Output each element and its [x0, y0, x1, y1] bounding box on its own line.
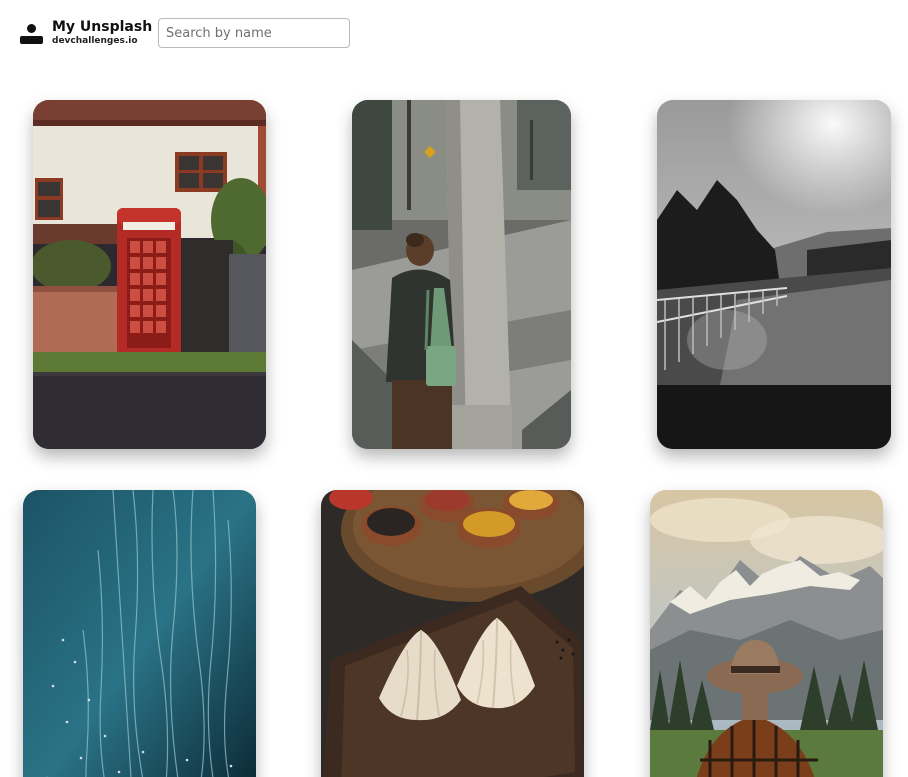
- photo-card[interactable]: [23, 490, 256, 777]
- search-input[interactable]: [158, 18, 350, 48]
- app-page: My Unsplash devchallenges.io: [0, 0, 908, 777]
- photo-card[interactable]: [650, 490, 883, 777]
- app-header: My Unsplash devchallenges.io: [0, 0, 908, 70]
- photo-card[interactable]: [33, 100, 266, 449]
- user-icon[interactable]: [20, 24, 43, 44]
- app-subtitle: devchallenges.io: [52, 36, 138, 46]
- photo-card[interactable]: [352, 100, 571, 449]
- photo-card[interactable]: [657, 100, 891, 449]
- photo-image: [657, 100, 891, 449]
- photo-image: [33, 100, 266, 449]
- photo-image: [23, 490, 256, 777]
- photo-image: [650, 490, 883, 777]
- photo-image: [352, 100, 571, 449]
- app-title: My Unsplash: [52, 19, 153, 35]
- photo-image: [321, 490, 584, 777]
- photo-card[interactable]: [321, 490, 584, 777]
